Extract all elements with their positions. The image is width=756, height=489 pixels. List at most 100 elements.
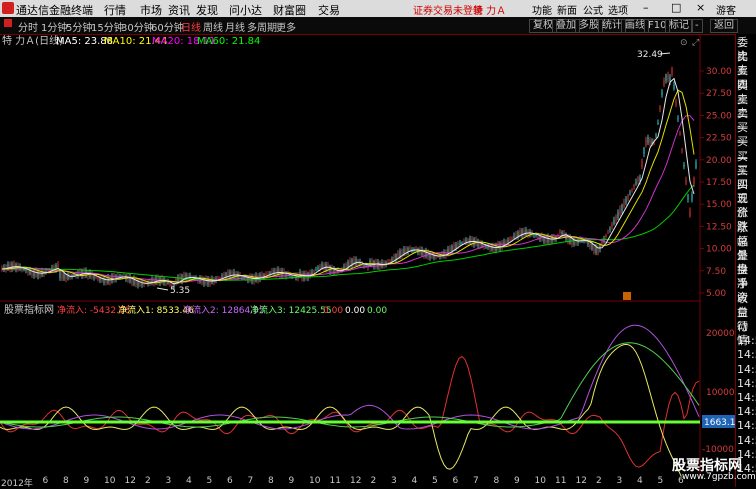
menu-quotes[interactable]: 行情 xyxy=(104,2,126,18)
candle-body xyxy=(265,274,267,276)
period-tab-daily[interactable]: 日线 xyxy=(181,19,201,34)
sidebar-item[interactable]: 14:55 xyxy=(737,334,756,348)
collapse-button[interactable]: - xyxy=(691,19,703,33)
period-tab-30min[interactable]: 30分钟 xyxy=(121,19,154,34)
sidebar-item[interactable]: 14:56 xyxy=(737,391,756,405)
indicator-tick-10000: 10000 xyxy=(706,388,735,398)
candle-body xyxy=(267,273,269,275)
candle-body xyxy=(319,265,321,269)
menu-ask[interactable]: 问小达 xyxy=(229,2,262,18)
candle-body xyxy=(63,273,65,280)
date-axis-label: 8 xyxy=(268,476,274,486)
candle-body xyxy=(507,239,509,242)
candle-body xyxy=(511,237,513,239)
indicator-chart[interactable]: 股票指标网 净流入: -5432.08 净流入1: 8533.46 净流入2: … xyxy=(0,302,735,476)
menu-options[interactable]: 选项 xyxy=(608,2,628,17)
candle-body xyxy=(655,134,657,136)
quote-sidebar[interactable]: 委比 卖五 卖四 卖三 卖二 卖一 买一 买二 买三 买四 买五 现价 涨跌 涨幅 总量 外盘 换手 净资 收益 自动… xyxy=(735,34,756,487)
candle-body xyxy=(219,277,221,279)
chart-settings-icons[interactable]: ⊙ ⤢ xyxy=(680,38,699,48)
sidebar-item[interactable]: 14:56 xyxy=(737,434,756,448)
user-label[interactable]: 游客 xyxy=(716,2,736,17)
candle-body xyxy=(61,272,63,279)
candle-body xyxy=(485,246,487,248)
menu-trade[interactable]: 交易 xyxy=(318,2,340,18)
zero-label-2: 0.00 xyxy=(345,306,365,316)
zero-label-3: 0.00 xyxy=(367,306,387,316)
candle-body xyxy=(315,269,317,271)
period-tab-intraday[interactable]: 分时 xyxy=(18,19,38,34)
candle-body xyxy=(397,252,399,259)
candle-body xyxy=(629,192,631,195)
period-tab-5min[interactable]: 5分钟 xyxy=(66,19,92,34)
sidebar-item[interactable]: 14:56 xyxy=(737,405,756,419)
price-tick-label: 30.00 xyxy=(706,67,732,77)
candle-body xyxy=(607,232,609,234)
candle-body xyxy=(595,246,597,253)
candle-body xyxy=(569,237,571,244)
period-tab-monthly[interactable]: 月线 xyxy=(225,19,245,34)
candle-body xyxy=(65,274,67,280)
period-tab-multi[interactable]: 多周期 xyxy=(247,19,277,34)
maximize-icon[interactable]: □ xyxy=(671,1,681,14)
candle-body xyxy=(611,223,613,228)
event-marker-icon[interactable] xyxy=(623,292,631,300)
candle-body xyxy=(363,265,365,267)
date-axis-label: 4 xyxy=(411,476,418,486)
menu-function[interactable]: 功能 xyxy=(532,2,552,17)
date-axis-label: 4 xyxy=(637,476,643,486)
candle-body xyxy=(663,80,665,86)
menu-news[interactable]: 资讯 xyxy=(168,2,190,18)
candle-body xyxy=(673,84,675,90)
candle-body xyxy=(677,117,679,120)
candlestick-chart[interactable]: 特 力Ａ(日线) MA5: 23.88 MA10: 21.44 MA20: 18… xyxy=(0,34,735,302)
candle-body xyxy=(685,179,687,184)
candle-body xyxy=(47,270,49,272)
sidebar-item[interactable]: 14:56 xyxy=(737,363,756,377)
date-axis-label: 10 xyxy=(309,476,321,486)
zero-label-1: 0.00 xyxy=(323,306,343,316)
candle-body xyxy=(229,271,231,278)
candle-body xyxy=(221,275,223,279)
period-tab-weekly[interactable]: 周线 xyxy=(203,19,223,34)
chart-resize-icon[interactable]: ⤢ xyxy=(691,38,699,48)
candle-body xyxy=(643,147,645,155)
chart-settings-icon[interactable]: ⊙ xyxy=(680,38,688,48)
candle-body xyxy=(535,235,537,237)
high-price-label: 32.49 xyxy=(637,50,663,60)
menu-wealth[interactable]: 财富圈 xyxy=(273,2,306,18)
mark-button[interactable]: 标记 xyxy=(665,19,693,33)
candle-body xyxy=(99,278,101,281)
period-tab-more[interactable]: 更多 xyxy=(276,19,296,34)
indicator-tick-20000: 20000 xyxy=(706,329,735,339)
sidebar-item[interactable]: 14:56 xyxy=(737,419,756,433)
date-axis-label: 5 xyxy=(432,476,438,486)
sidebar-item[interactable]: 14:56 xyxy=(737,377,756,391)
candle-body xyxy=(269,272,271,275)
candle-body xyxy=(627,195,629,199)
candle-body xyxy=(659,106,661,110)
candle-body xyxy=(455,243,457,249)
menu-discover[interactable]: 发现 xyxy=(196,2,218,18)
candle-body xyxy=(665,74,667,81)
candle-body xyxy=(623,201,625,207)
period-tab-60min[interactable]: 60分钟 xyxy=(151,19,184,34)
candle-body xyxy=(559,231,561,233)
period-tab-1min[interactable]: 1分钟 xyxy=(41,19,67,34)
candle-body xyxy=(695,162,697,169)
sidebar-item[interactable]: 14:55 xyxy=(737,348,756,362)
menu-formula[interactable]: 公式 xyxy=(583,2,603,17)
candle-body xyxy=(59,271,61,279)
candle-body xyxy=(453,244,455,251)
menu-new-page[interactable]: 新面 xyxy=(557,2,577,17)
candle-body xyxy=(547,236,549,243)
candle-body xyxy=(637,177,639,182)
net-inflow-line xyxy=(0,355,700,468)
period-tab-15min[interactable]: 15分钟 xyxy=(91,19,124,34)
close-icon[interactable]: × xyxy=(696,1,705,14)
candle-body xyxy=(241,276,243,278)
candle-body xyxy=(523,229,525,236)
minimize-icon[interactable]: – xyxy=(643,1,649,14)
menu-market[interactable]: 市场 xyxy=(140,2,162,18)
back-button[interactable]: 返回 xyxy=(710,19,738,33)
